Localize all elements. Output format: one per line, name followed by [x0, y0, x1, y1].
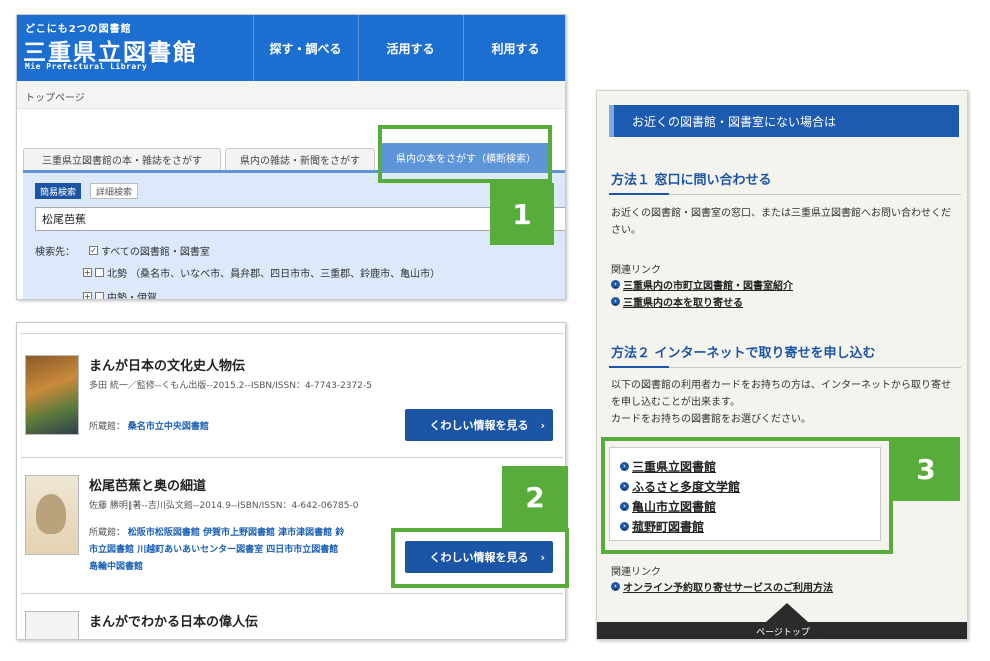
- sidebar-banner: お近くの図書館・図書室にない場合は: [609, 105, 959, 137]
- book-cover-2[interactable]: [25, 475, 79, 555]
- callout-frame-3: [601, 437, 893, 554]
- nav-service[interactable]: 利用する: [463, 15, 565, 81]
- link-online-reservation-guide[interactable]: › オンライン予約取り寄せサービスのご利用方法: [611, 579, 833, 594]
- method1-text: お近くの図書館・図書室の窓口、または三重県立図書館へお問い合わせください。: [611, 208, 951, 236]
- result-meta-1: 多田 統一／監修--くもん出版--2015.2--ISBN/ISSN：4-774…: [89, 381, 372, 391]
- method2-text-2: カードをお持ちの図書館をお選びください。: [611, 414, 811, 425]
- link-label: 三重県内の市町立図書館・図書室紹介: [623, 281, 793, 292]
- book-cover-1[interactable]: [25, 355, 79, 435]
- north-checkbox[interactable]: [95, 268, 104, 277]
- simple-search-tab[interactable]: 簡易検索: [35, 183, 82, 199]
- related-links-label: 関連リンク: [611, 567, 661, 578]
- search-input[interactable]: [35, 207, 565, 231]
- method2-text: 以下の図書館の利用者カードをお持ちの方は、インターネットから取り寄せを申し込むこ…: [611, 380, 951, 408]
- site-logo-english: Mie Prefectural Library: [25, 62, 148, 71]
- holding-library-link[interactable]: 桑名市立中央図書館: [128, 422, 209, 432]
- divider: [21, 593, 563, 594]
- breadcrumb[interactable]: トップページ: [17, 81, 565, 109]
- method1-heading: 方法１ 窓口に問い合わせる: [611, 173, 772, 188]
- heading-underline: [609, 366, 961, 368]
- link-label: オンライン予約取り寄せサービスのご利用方法: [623, 583, 833, 594]
- chevron-right-icon: ›: [540, 418, 545, 432]
- advanced-search-tab[interactable]: 詳細検索: [90, 183, 139, 199]
- nav-search[interactable]: 探す・調べる: [253, 15, 357, 81]
- all-libraries-label: すべての図書館・図書室: [101, 247, 210, 258]
- holding-library-link[interactable]: 島輪中図書館: [89, 562, 143, 572]
- tab-prefectural-books[interactable]: 三重県立図書館の本・雑誌をさがす: [23, 148, 221, 170]
- holdings-label: 所蔵館：: [89, 422, 126, 432]
- callout-frame-2: [391, 528, 569, 588]
- result-title-1[interactable]: まんが日本の文化史人物伝: [89, 355, 245, 374]
- result-title-2[interactable]: 松尾芭蕉と奥の細道: [89, 475, 206, 494]
- result-title-3[interactable]: まんがでわかる日本の偉人伝: [89, 611, 258, 630]
- result-holdings-2: 所蔵館： 松阪市松阪図書館 伊賀市上野図書館 津市津図書館 鈴 市立図書館 川越…: [89, 525, 409, 576]
- nav-use[interactable]: 活用する: [358, 15, 462, 81]
- result-meta-2: 佐藤 勝明‖著--吉川弘文館--2014.9--ISBN/ISSN：4-642-…: [89, 501, 359, 511]
- more-info-button-1[interactable]: くわしい情報を見る ›: [405, 409, 553, 441]
- site-header: どこにも2つの図書館 三重県立図書館 Mie Prefectural Libra…: [17, 15, 565, 81]
- mid-checkbox[interactable]: [95, 292, 104, 299]
- expand-north-icon[interactable]: +: [83, 268, 92, 277]
- arrow-circle-icon: ›: [611, 582, 620, 591]
- holding-library-link[interactable]: 市立図書館 川越町あいあいセンター図書室 四日市市立図書館: [89, 545, 338, 555]
- link-label: 三重県内の本を取り寄せる: [623, 298, 743, 309]
- tab-magazines[interactable]: 県内の雑誌・新聞をさがす: [225, 148, 375, 170]
- result-holdings-1: 所蔵館： 桑名市立中央図書館: [89, 419, 409, 436]
- callout-frame-1: [378, 125, 552, 183]
- link-order-books[interactable]: › 三重県内の本を取り寄せる: [611, 294, 743, 309]
- arrow-circle-icon: ›: [611, 280, 620, 289]
- heading-underline: [609, 193, 961, 195]
- callout-badge-3: 3: [892, 437, 960, 501]
- region-north-row: + 北勢 （桑名市、いなべ市、員弁郡、四日市市、三重郡、鈴鹿市、亀山市）: [83, 265, 440, 280]
- page-top-label[interactable]: ページトップ: [597, 625, 967, 638]
- callout-badge-2: 2: [502, 466, 568, 528]
- expand-mid-icon[interactable]: +: [83, 292, 92, 299]
- arrow-circle-icon: ›: [611, 297, 620, 306]
- search-target-row: 検索先： ✓ すべての図書館・図書室: [35, 243, 210, 258]
- holdings-label: 所蔵館：: [89, 528, 126, 538]
- divider: [21, 333, 563, 334]
- related-links-label: 関連リンク: [611, 265, 661, 276]
- book-cover-3[interactable]: [25, 611, 79, 639]
- search-results-panel: まんが日本の文化史人物伝 多田 統一／監修--くもん出版--2015.2--IS…: [16, 322, 566, 640]
- search-target-label: 検索先：: [35, 247, 75, 258]
- all-libraries-checkbox[interactable]: ✓: [89, 246, 98, 255]
- callout-badge-1: 1: [490, 183, 554, 245]
- more-info-label: くわしい情報を見る: [429, 419, 529, 432]
- link-municipal-libraries[interactable]: › 三重県内の市町立図書館・図書室紹介: [611, 277, 793, 292]
- method2-heading: 方法２ インターネットで取り寄せを申し込む: [611, 346, 876, 361]
- region-mid-label: 中勢・伊賀: [107, 293, 157, 300]
- request-sidebar: お近くの図書館・図書室にない場合は 方法１ 窓口に問い合わせる お近くの図書館・…: [596, 90, 968, 640]
- region-mid-row: + 中勢・伊賀: [83, 289, 157, 300]
- portrait-illustration: [36, 494, 66, 534]
- region-north-label: 北勢 （桑名市、いなべ市、員弁郡、四日市市、三重郡、鈴鹿市、亀山市）: [107, 269, 441, 280]
- holding-library-link[interactable]: 松阪市松阪図書館 伊賀市上野図書館 津市津図書館 鈴: [128, 528, 344, 538]
- divider: [21, 457, 563, 458]
